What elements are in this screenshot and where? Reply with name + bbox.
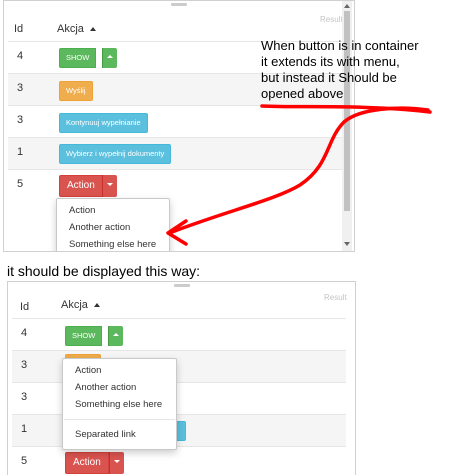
sort-asc-icon [89, 27, 96, 32]
menu-item-action[interactable]: Action [69, 205, 95, 216]
row-id: 1 [17, 146, 24, 158]
row-id: 3 [17, 82, 24, 94]
action-dropdown-menu: Action Another action Something else her… [56, 198, 170, 251]
caret-up-icon [113, 333, 119, 336]
result-label: Result [324, 293, 347, 302]
kontynuuj-button[interactable]: Kontynuuj wypełnianie [59, 113, 148, 133]
table-row: 3 Kontynuuj wypełnianie [8, 105, 342, 138]
column-header-id: Id [14, 23, 24, 35]
wybierz-button[interactable]: Wybierz i wypełnij dokumenty [59, 144, 172, 164]
row-id: 3 [21, 391, 28, 403]
result-label: Result [320, 15, 343, 24]
wyslij-button[interactable]: Wyślij [59, 81, 93, 101]
show-button[interactable]: SHOW [65, 326, 103, 346]
menu-item-something-else[interactable]: Something else here [69, 239, 156, 250]
row-id: 3 [17, 114, 24, 126]
panel-resize-handle[interactable] [171, 3, 187, 6]
table-row: 1 Wybierz i wypełnij dokumenty [8, 137, 342, 170]
caption: it should be displayed this way: [7, 263, 200, 279]
column-header-akcja-label: Akcja [57, 23, 84, 35]
action-dropdown-toggle[interactable] [109, 452, 124, 474]
annotation-line: but instead it Should be [261, 70, 397, 85]
row-id: 3 [21, 359, 28, 371]
show-button[interactable]: SHOW [59, 48, 97, 68]
panel-resize-handle[interactable] [173, 284, 190, 287]
sort-asc-icon [93, 303, 100, 308]
row-id: 4 [17, 50, 24, 62]
show-dropdown-toggle[interactable] [108, 326, 123, 346]
action-dropdown-toggle[interactable] [102, 175, 117, 197]
annotation-line: opened above [261, 86, 344, 101]
row-id: 4 [21, 327, 28, 339]
menu-item-separated-link[interactable]: Separated link [75, 429, 136, 440]
scroll-up-arrow-icon[interactable] [344, 4, 350, 8]
show-dropdown-toggle[interactable] [102, 48, 117, 68]
caret-up-icon [107, 55, 113, 58]
action-button[interactable]: Action [59, 175, 103, 197]
annotation-line: it extends its with menu, [261, 54, 400, 69]
row-id: 1 [21, 423, 28, 435]
caret-down-icon [114, 460, 120, 463]
column-header-akcja[interactable]: Akcja [57, 23, 96, 35]
table-row: 5 Action [8, 169, 342, 200]
annotation-line: When button is in container [261, 38, 419, 53]
caret-down-icon [107, 183, 113, 186]
column-header-akcja-label: Akcja [61, 299, 88, 311]
table-row: 4 SHOW [12, 318, 346, 351]
menu-item-another-action[interactable]: Another action [69, 222, 130, 233]
action-button[interactable]: Action [65, 452, 109, 474]
scroll-down-arrow-icon[interactable] [344, 242, 350, 246]
menu-item-something-else[interactable]: Something else here [75, 399, 162, 410]
column-header-akcja[interactable]: Akcja [61, 299, 100, 311]
row-id: 5 [21, 455, 28, 467]
table-row: 5 Action [12, 446, 346, 475]
row-id: 5 [17, 178, 24, 190]
action-dropdown-menu: Action Another action Something else her… [62, 358, 177, 450]
menu-item-another-action[interactable]: Another action [75, 382, 136, 393]
bottom-result-panel: Result Id Akcja 4 SHOW 3 3 1 5 Action Ac… [7, 281, 356, 475]
menu-divider [64, 419, 175, 420]
annotation-text: When button is in container it extends i… [261, 38, 419, 102]
column-header-id: Id [20, 301, 30, 313]
menu-item-action[interactable]: Action [75, 365, 101, 376]
